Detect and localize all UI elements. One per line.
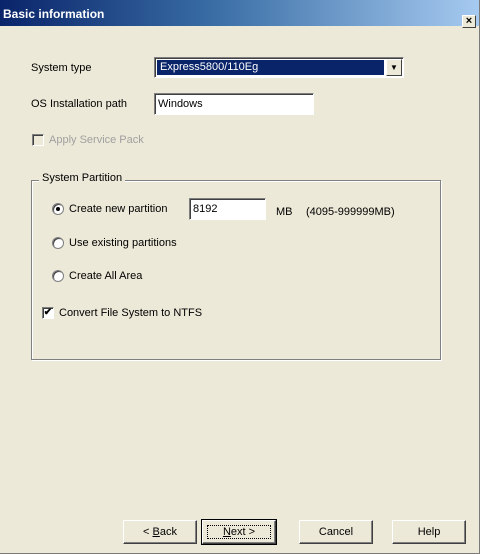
create-all-area-label: Create All Area — [69, 270, 143, 282]
use-existing-partitions-label: Use existing partitions — [69, 237, 177, 249]
use-existing-partitions-radio[interactable] — [52, 237, 64, 249]
system-type-select[interactable]: Express5800/110Eg ▼ — [154, 57, 404, 78]
next-button-accelerator: N — [222, 526, 231, 538]
cancel-button-label: Cancel — [318, 526, 354, 538]
system-partition-title: System Partition — [39, 172, 126, 184]
back-button[interactable]: < Back — [123, 520, 197, 544]
help-button[interactable]: Help — [392, 520, 466, 544]
title-bar[interactable]: Basic information × — [0, 0, 479, 28]
chevron-down-icon: ▼ — [390, 63, 398, 72]
os-installation-path-input[interactable] — [154, 93, 314, 115]
create-new-partition-label: Create new partition — [69, 203, 168, 215]
next-button[interactable]: Next > — [201, 519, 277, 545]
basic-information-dialog: Basic information × System type Express5… — [0, 0, 480, 554]
back-button-label: ack — [159, 526, 177, 538]
next-button-label: ext > — [230, 526, 256, 538]
apply-service-pack-label: Apply Service Pack — [49, 134, 144, 146]
close-button[interactable]: × — [462, 15, 476, 28]
back-button-prefix: < — [143, 526, 153, 538]
cancel-button[interactable]: Cancel — [299, 520, 373, 544]
convert-ntfs-checkbox[interactable]: ✔ — [42, 307, 54, 319]
convert-ntfs-label: Convert File System to NTFS — [59, 307, 203, 319]
help-button-label: Help — [417, 526, 441, 538]
partition-size-unit: MB — [276, 206, 293, 218]
partition-size-input[interactable] — [189, 198, 266, 220]
dialog-title: Basic information — [3, 7, 105, 21]
create-all-area-radio[interactable] — [52, 270, 64, 282]
system-type-selected-value: Express5800/110Eg — [157, 60, 384, 75]
close-icon: × — [465, 15, 473, 27]
partition-size-range: (4095-999999MB) — [306, 206, 395, 218]
checkmark-icon: ✔ — [43, 307, 53, 318]
apply-service-pack-checkbox[interactable] — [32, 134, 44, 146]
back-button-accelerator: B — [152, 526, 160, 538]
system-type-label: System type — [31, 62, 92, 74]
dropdown-button[interactable]: ▼ — [386, 59, 402, 76]
os-installation-path-label: OS Installation path — [31, 98, 128, 110]
create-new-partition-radio[interactable] — [52, 203, 64, 215]
